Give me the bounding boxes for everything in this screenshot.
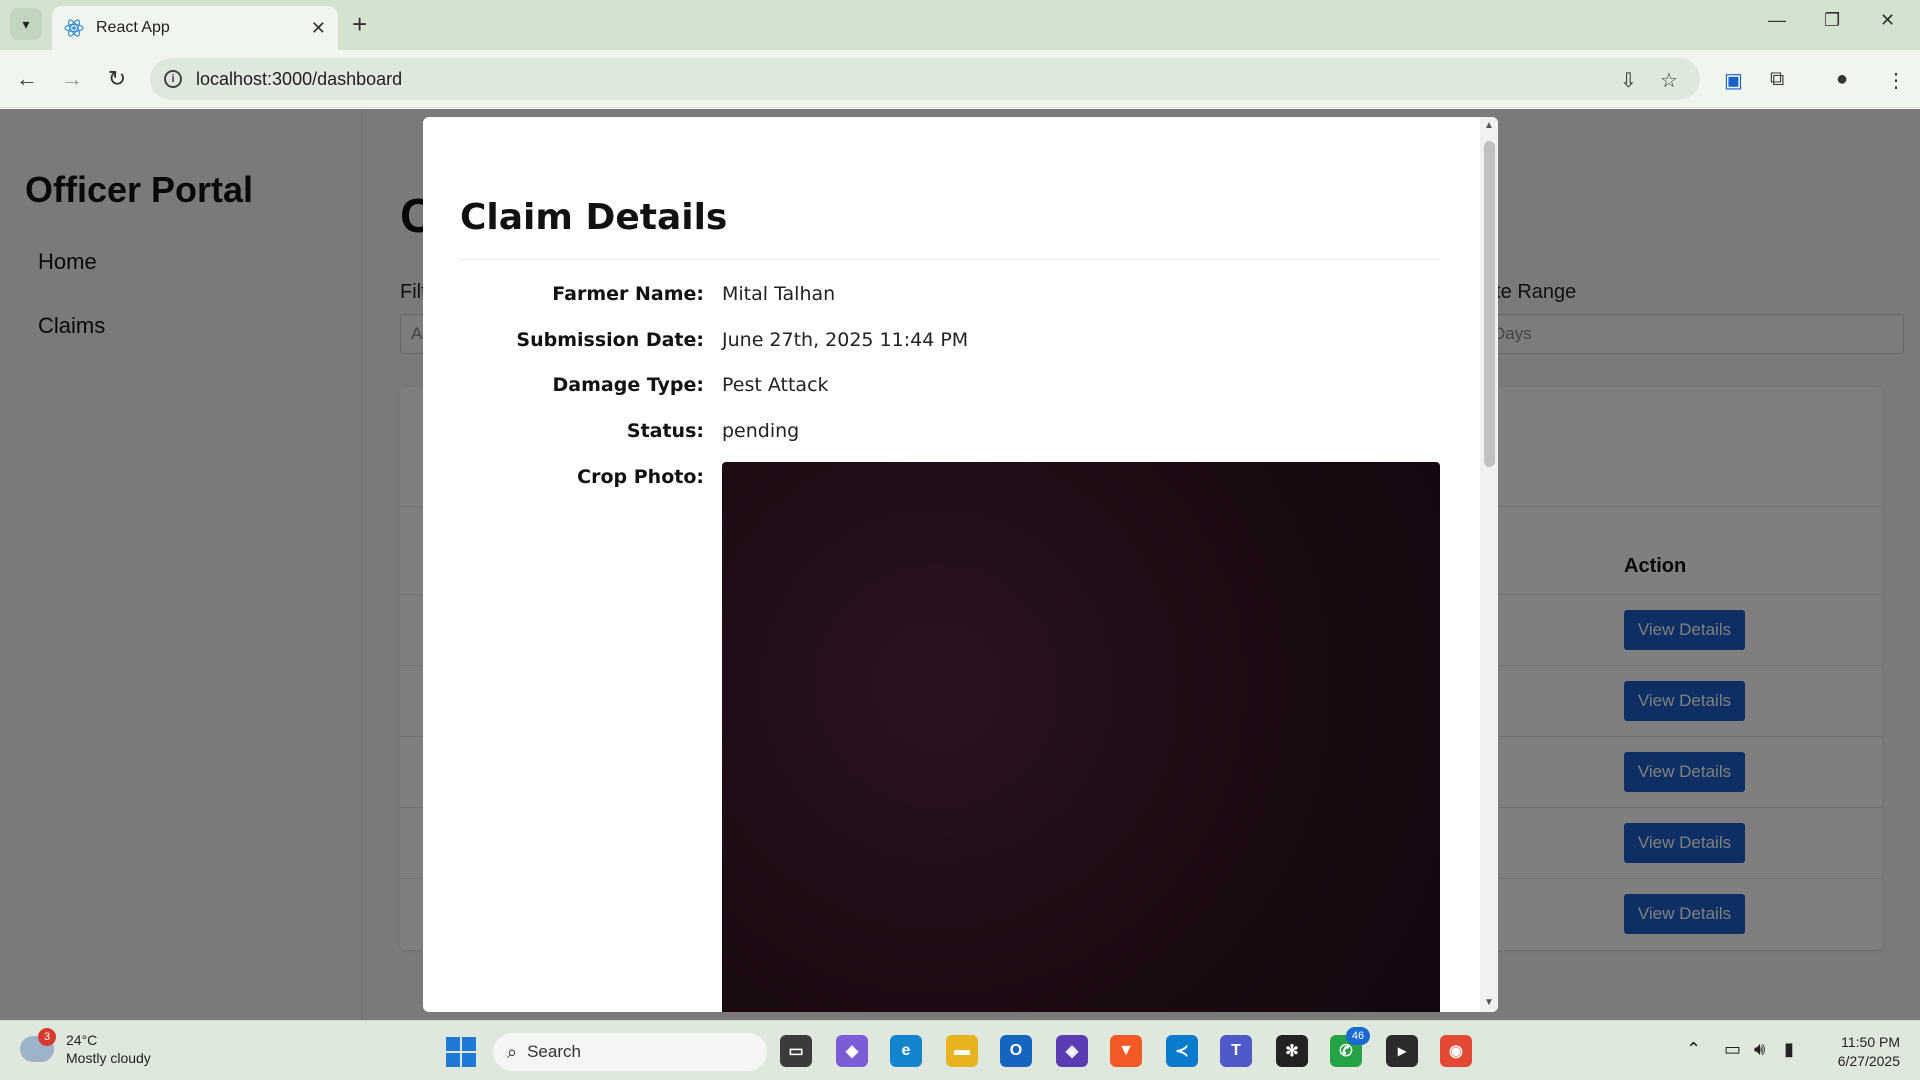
weather-desc: Mostly cloudy	[66, 1050, 151, 1066]
battery-icon[interactable]: ▮	[1784, 1039, 1794, 1060]
status-label: Status:	[626, 420, 704, 442]
scrollbar-thumb[interactable]	[1484, 141, 1495, 467]
copilot-icon[interactable]: ◆	[836, 1035, 868, 1067]
system-clock[interactable]: 11:50 PM 6/27/2025	[1820, 1033, 1900, 1071]
window-close-button[interactable]: ✕	[1880, 10, 1895, 31]
farmer-name-label: Farmer Name:	[552, 283, 704, 305]
new-tab-button[interactable]: +	[352, 10, 367, 38]
back-button[interactable]: ←	[12, 64, 42, 94]
restore-button[interactable]: ❐	[1824, 10, 1840, 31]
translate-extension-icon[interactable]: ▣	[1724, 68, 1743, 93]
scroll-up-icon[interactable]: ▲	[1484, 120, 1494, 131]
chrome-icon[interactable]: ◉	[1440, 1035, 1472, 1067]
taskbar-search-label: Search	[527, 1042, 581, 1061]
submission-date-label: Submission Date:	[516, 329, 704, 351]
tab-close-icon[interactable]: ✕	[311, 18, 326, 39]
page-viewport: Officer Portal Home Claims C Filt A ate …	[0, 109, 1920, 1020]
chatgpt-icon[interactable]: ✻	[1276, 1035, 1308, 1067]
tab-title: React App	[96, 19, 170, 36]
submission-date-value: June 27th, 2025 11:44 PM	[722, 329, 969, 351]
damage-type-value: Pest Attack	[722, 374, 829, 396]
minimize-button[interactable]: —	[1768, 10, 1786, 31]
clock-time: 11:50 PM	[1841, 1034, 1900, 1050]
edge-icon[interactable]: e	[890, 1035, 922, 1067]
address-bar[interactable]: i localhost:3000/dashboard	[150, 58, 1700, 100]
bookmark-star-icon[interactable]: ☆	[1660, 68, 1678, 93]
search-icon: ⌕	[507, 1041, 518, 1062]
tray-overflow-icon[interactable]: ⌃	[1686, 1039, 1701, 1060]
brave-icon[interactable]: ▼	[1110, 1035, 1142, 1067]
claim-details-modal: Claim Details Farmer Name: Mital Talhan …	[423, 117, 1498, 1012]
clock-date: 6/27/2025	[1837, 1053, 1900, 1069]
vscode-icon[interactable]: ≺	[1166, 1035, 1198, 1067]
menu-kebab-icon[interactable]: ⋮	[1886, 68, 1906, 93]
extensions-icon[interactable]: ⧉	[1770, 68, 1784, 91]
m365-icon[interactable]: ◈	[1056, 1035, 1088, 1067]
teams-icon[interactable]: T	[1220, 1035, 1252, 1067]
site-info-icon[interactable]: i	[164, 70, 182, 88]
url-text: localhost:3000/dashboard	[196, 68, 403, 89]
cloud-icon: 3	[20, 1028, 56, 1062]
weather-widget[interactable]: 3 24°C Mostly cloudy	[20, 1028, 151, 1067]
damage-type-label: Damage Type:	[552, 374, 705, 396]
scroll-down-icon[interactable]: ▼	[1484, 997, 1494, 1008]
reload-button[interactable]: ↻	[102, 64, 132, 94]
farmer-name-value: Mital Talhan	[722, 283, 836, 305]
taskbar: 3 24°C Mostly cloudy ⌕ Search ▭ ◆ e ▬ O …	[0, 1020, 1920, 1080]
volume-icon[interactable]: 🔊︎	[1754, 1039, 1765, 1060]
modal-divider	[460, 259, 1440, 260]
task-view-icon[interactable]: ▭	[780, 1035, 812, 1067]
install-app-icon[interactable]: ⇩	[1620, 68, 1637, 93]
forward-button[interactable]: →	[57, 64, 87, 94]
crop-photo-label: Crop Photo:	[577, 466, 704, 488]
browser-tab[interactable]: React App ✕	[52, 6, 338, 50]
taskbar-search[interactable]: ⌕ Search	[493, 1033, 767, 1071]
weather-badge: 3	[38, 1028, 56, 1046]
modal-scrollbar[interactable]: ▲ ▼	[1480, 117, 1498, 1012]
tab-strip: ▾ React App ✕ + — ❐ ✕	[0, 0, 1920, 50]
terminal-icon[interactable]: ▸	[1386, 1035, 1418, 1067]
file-explorer-icon[interactable]: ▬	[946, 1035, 978, 1067]
crop-photo-image	[722, 462, 1440, 1012]
browser-toolbar: ← → ↻ i localhost:3000/dashboard ⇩ ☆ ▣ ⧉…	[0, 50, 1920, 108]
network-icon[interactable]: ▭	[1724, 1039, 1741, 1060]
status-value: pending	[722, 420, 800, 442]
profile-avatar[interactable]: ●	[1836, 68, 1848, 91]
tab-search-button[interactable]: ▾	[10, 8, 42, 40]
whatsapp-badge: 46	[1346, 1027, 1370, 1045]
outlook-icon[interactable]: O	[1000, 1035, 1032, 1067]
start-button[interactable]	[446, 1037, 476, 1067]
modal-title: Claim Details	[460, 197, 728, 238]
react-icon	[64, 19, 84, 37]
weather-temp: 24°C	[66, 1032, 98, 1048]
